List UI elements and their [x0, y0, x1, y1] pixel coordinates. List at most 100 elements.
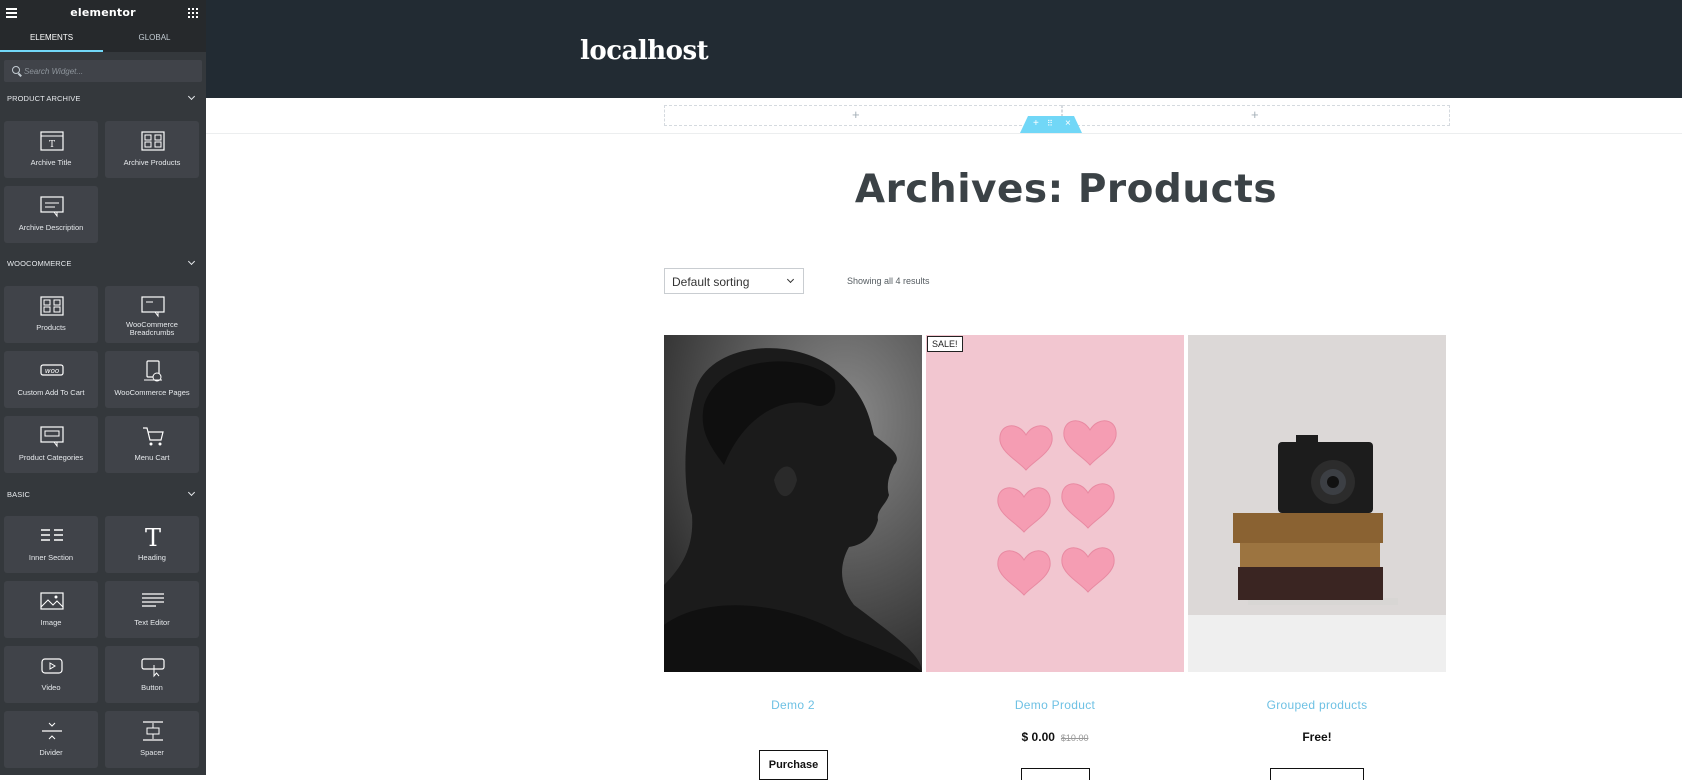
category-title: PRODUCT ARCHIVE	[7, 94, 81, 103]
search-widget-input[interactable]	[24, 60, 194, 82]
category-woocommerce[interactable]: WOOCOMMERCE	[0, 256, 206, 272]
product-image[interactable]	[664, 335, 922, 672]
elementor-logo: elementor	[70, 6, 136, 19]
panel-header: elementor	[0, 0, 206, 26]
camera-books-photo	[1188, 335, 1446, 672]
product-card: SALE! Demo Product $ 0.00 $10.00	[926, 335, 1184, 780]
portrait-photo	[664, 335, 922, 672]
panel-tabs: ELEMENTS GLOBAL	[0, 26, 206, 52]
widget-custom-add-to-cart[interactable]: woo Custom Add To Cart	[4, 351, 98, 408]
widget-label: Spacer	[140, 748, 164, 757]
widget-label: Product Categories	[18, 453, 84, 462]
result-count: Showing all 4 results	[847, 276, 930, 286]
archive-title-icon: T	[40, 131, 64, 151]
category-title: BASIC	[7, 490, 31, 499]
tab-elements[interactable]: ELEMENTS	[0, 26, 103, 52]
widget-button[interactable]: Button	[105, 646, 199, 703]
video-icon	[41, 658, 63, 674]
pages-icon	[144, 360, 162, 382]
elementor-panel: elementor ELEMENTS GLOBAL PRODUCT ARCHIV…	[0, 0, 206, 775]
widget-product-categories[interactable]: Product Categories	[4, 416, 98, 473]
widget-label: Archive Products	[123, 158, 181, 167]
product-price: Free!	[1302, 730, 1332, 744]
category-product-archive[interactable]: PRODUCT ARCHIVE	[0, 91, 206, 107]
section-handle: + ⠿ ×	[1020, 116, 1082, 133]
purchase-button[interactable]: Purchase	[759, 750, 828, 780]
heading-icon: T	[145, 524, 161, 548]
archive-description-icon	[40, 196, 64, 218]
widget-video[interactable]: Video	[4, 646, 98, 703]
widgets-grid-icon[interactable]	[188, 8, 198, 18]
widget-archive-description[interactable]: Archive Description	[4, 186, 98, 243]
widget-label: Text Editor	[134, 618, 170, 627]
widget-label: Heading	[138, 553, 166, 562]
page-preview: localhost + + + ⠿ × Archives: Products D…	[206, 0, 1682, 780]
svg-text:woo: woo	[45, 367, 59, 375]
hearts-photo	[926, 335, 1184, 672]
close-icon[interactable]: ×	[1065, 117, 1071, 130]
button-icon	[141, 658, 165, 678]
product-card: Grouped products Free!	[1188, 335, 1446, 780]
widget-woocommerce-breadcrumbs[interactable]: WooCommerce Breadcrumbs	[105, 286, 199, 343]
widget-image[interactable]: Image	[4, 581, 98, 638]
widget-label: Inner Section	[28, 553, 74, 562]
woo-badge-icon: woo	[40, 364, 64, 376]
widget-label: Divider	[39, 748, 63, 757]
add-to-cart-button[interactable]	[1021, 768, 1090, 780]
svg-text:T: T	[49, 140, 55, 150]
divider-icon	[42, 722, 62, 740]
inner-section-icon	[41, 529, 63, 541]
widget-woocommerce-pages[interactable]: WooCommerce Pages	[105, 351, 199, 408]
spacer-icon	[143, 721, 163, 741]
widget-label: WooCommerce Breadcrumbs	[126, 320, 178, 337]
breadcrumbs-icon	[141, 296, 165, 318]
image-icon	[40, 592, 64, 610]
sorting-value: Default sorting	[672, 275, 750, 289]
chevron-down-icon	[786, 275, 795, 284]
add-column-left[interactable]: +	[664, 105, 1062, 126]
widget-menu-cart[interactable]: Menu Cart	[105, 416, 199, 473]
view-products-button[interactable]	[1270, 768, 1364, 780]
product-title[interactable]: Demo Product	[926, 698, 1184, 712]
product-image[interactable]	[1188, 335, 1446, 672]
widget-label: Menu Cart	[134, 453, 170, 462]
chevron-down-icon	[187, 488, 196, 497]
old-price: $10.00	[1060, 733, 1089, 743]
widget-spacer[interactable]: Spacer	[105, 711, 199, 768]
site-title[interactable]: localhost	[580, 36, 709, 66]
tab-global[interactable]: GLOBAL	[103, 26, 206, 52]
category-basic[interactable]: BASIC	[0, 487, 206, 503]
products-icon	[40, 296, 64, 316]
widget-label: Archive Title	[30, 158, 72, 167]
widget-inner-section[interactable]: Inner Section	[4, 516, 98, 573]
widget-archive-title[interactable]: T Archive Title	[4, 121, 98, 178]
widget-label: Video	[41, 683, 61, 692]
widget-label: Image	[40, 618, 62, 627]
widget-archive-products[interactable]: Archive Products	[105, 121, 199, 178]
widget-text-editor[interactable]: Text Editor	[105, 581, 199, 638]
add-column-right[interactable]: +	[1062, 105, 1450, 126]
search-icon	[12, 66, 20, 74]
widget-label: WooCommerce Pages	[114, 388, 190, 397]
widget-search	[4, 60, 202, 82]
drag-handle-icon[interactable]: ⠿	[1047, 117, 1053, 130]
widget-products[interactable]: Products	[4, 286, 98, 343]
product-title[interactable]: Demo 2	[664, 698, 922, 712]
plus-icon: +	[852, 107, 860, 122]
svg-text:T: T	[145, 524, 161, 548]
product-image[interactable]: SALE!	[926, 335, 1184, 672]
product-price: $ 0.00 $10.00	[926, 730, 1184, 744]
archive-title: Archives: Products	[854, 167, 1278, 212]
category-title: WOOCOMMERCE	[7, 259, 72, 268]
product-title[interactable]: Grouped products	[1188, 698, 1446, 712]
add-section-icon[interactable]: +	[1033, 117, 1039, 130]
text-editor-icon	[142, 593, 164, 607]
widget-heading[interactable]: T Heading	[105, 516, 199, 573]
widget-label: Products	[36, 323, 66, 332]
widget-label: Custom Add To Cart	[17, 388, 85, 397]
sale-badge: SALE!	[927, 336, 963, 352]
widget-label: Archive Description	[18, 223, 84, 232]
widget-divider[interactable]: Divider	[4, 711, 98, 768]
cart-icon	[143, 427, 164, 446]
sorting-select[interactable]: Default sorting	[664, 268, 804, 294]
